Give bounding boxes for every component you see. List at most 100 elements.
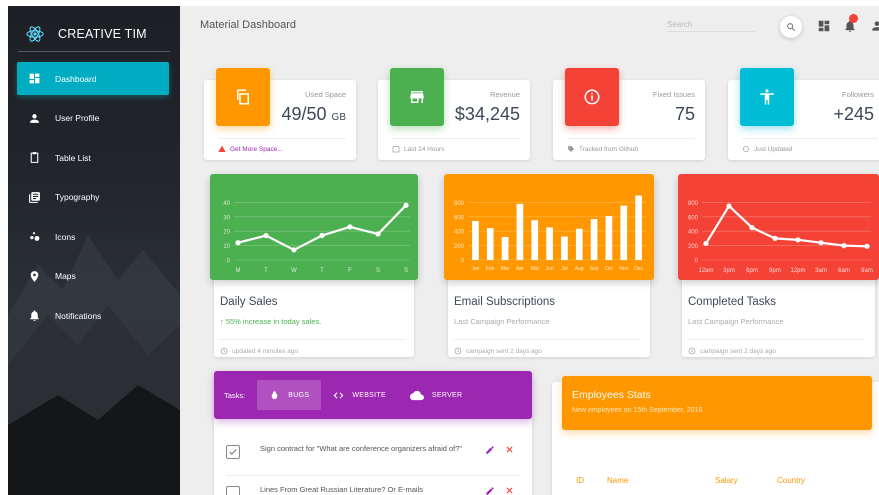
data-point	[403, 202, 409, 208]
x-tick-label: Jan	[471, 266, 479, 272]
warning-icon	[218, 145, 226, 152]
chart-category: Last Campaign Performance	[688, 317, 784, 326]
task-row: Lines From Great Russian Literature? Or …	[226, 484, 520, 495]
y-tick-label: 400	[454, 230, 465, 236]
search-button[interactable]	[780, 16, 802, 38]
x-tick-label: Apr	[516, 266, 524, 272]
dashboard-icon	[27, 72, 41, 86]
email-subscriptions-bar-chart: 0 200 400 600 800 Jan Feb Mar Apr Mai Jun Jul Aug Sep…	[454, 195, 646, 272]
stat-card-followers: Followers +245 Just Updated	[728, 68, 879, 160]
sidebar-item-dashboard[interactable]: Dashboard	[17, 62, 169, 95]
sidebar-item-typography[interactable]: Typography	[17, 181, 169, 214]
completed-tasks-chart: 0 200 400 600 800 12am 3pm 6pm 9pm 12pm 3am 6am 9am	[678, 174, 879, 280]
clipboard-icon	[27, 151, 41, 165]
sidebar-item-label: Table List	[55, 152, 91, 163]
x-tick-label: Oct	[605, 266, 613, 272]
sidebar-item-icons[interactable]: Icons	[17, 220, 169, 253]
bar	[575, 228, 583, 260]
daily-sales-chart: 0 10 20 30 40 M T W T F S S	[210, 174, 418, 280]
notification-badge	[849, 14, 858, 23]
x-tick-label: Dec	[634, 266, 643, 272]
data-point	[319, 232, 325, 239]
checkmark-icon	[229, 449, 237, 455]
tab-label: BUGS	[288, 391, 310, 399]
edit-icon[interactable]	[485, 445, 495, 455]
sidebar-item-maps[interactable]: Maps	[17, 260, 169, 293]
y-tick-label: 600	[688, 215, 699, 221]
column-salary: Salary	[715, 476, 738, 485]
bell-icon	[27, 309, 41, 323]
chart-card-completed-tasks: 0 200 400 600 800 12am 3pm 6pm 9pm 12pm 3am 6am 9am …	[678, 174, 879, 357]
code-icon	[333, 391, 344, 399]
y-tick-label: 0	[461, 259, 465, 265]
search-icon	[787, 23, 796, 32]
location-pin-icon	[27, 269, 41, 283]
person-icon	[27, 111, 41, 125]
sidebar-nav: Dashboard User Profile Table List Typogr…	[17, 62, 169, 339]
stat-value: +245	[833, 104, 874, 124]
sidebar: CREATIVE TIM Dashboard User Profile Tabl…	[8, 6, 180, 495]
tab-bugs[interactable]: BUGS	[257, 380, 322, 410]
brand[interactable]: CREATIVE TIM	[18, 16, 170, 52]
x-tick-label: Nov	[619, 266, 628, 272]
task-checkbox[interactable]	[226, 486, 240, 495]
sidebar-item-label: Icons	[55, 231, 76, 242]
data-point	[772, 235, 778, 241]
app-window: CREATIVE TIM Dashboard User Profile Tabl…	[8, 6, 879, 495]
sidebar-item-notifications[interactable]: Notifications	[17, 299, 169, 332]
x-tick-label: W	[291, 268, 297, 274]
search-input[interactable]: Search	[667, 20, 755, 32]
stat-card-revenue: Revenue $34,245 Last 24 Hours	[378, 68, 530, 160]
y-tick-label: 10	[223, 244, 230, 250]
y-tick-label: 400	[688, 230, 699, 236]
x-tick-label: 6pm	[746, 268, 758, 274]
y-tick-label: 40	[223, 201, 230, 207]
bar	[546, 227, 553, 260]
y-tick-label: 200	[454, 244, 465, 250]
task-divider	[226, 475, 520, 476]
x-tick-label: F	[348, 268, 352, 274]
task-text: Lines From Great Russian Literature? Or …	[260, 485, 423, 494]
x-tick-label: T	[264, 268, 268, 274]
get-more-space-link[interactable]: Get More Space...	[230, 146, 283, 153]
column-id: ID	[576, 476, 584, 485]
task-checkbox[interactable]	[226, 445, 240, 459]
chart-footer: campaign sent 2 days ago	[454, 339, 640, 355]
tab-website[interactable]: WEBSITE	[321, 380, 398, 410]
completed-tasks-line-chart: 0 200 400 600 800 12am 3pm 6pm 9pm 12pm 3am 6am 9am	[688, 201, 873, 274]
x-tick-label: Aug	[575, 266, 584, 272]
employees-card: Employees Stats New employees on 15th Se…	[552, 376, 879, 495]
data-point	[375, 231, 381, 237]
dashboard-grid-icon[interactable]	[817, 19, 831, 33]
sidebar-item-table-list[interactable]: Table List	[17, 141, 169, 174]
person-icon[interactable]	[870, 19, 879, 33]
sidebar-item-label: Dashboard	[55, 73, 97, 84]
accessibility-icon	[740, 68, 794, 126]
email-subscriptions-chart: 0 200 400 600 800 Jan Feb Mar Apr Mai Jun Jul Aug Sep…	[444, 174, 654, 280]
x-tick-label: 9pm	[769, 268, 781, 274]
close-icon[interactable]	[505, 486, 514, 495]
sidebar-item-label: User Profile	[55, 113, 100, 123]
page-title[interactable]: Material Dashboard	[200, 19, 296, 31]
x-tick-label: 6am	[838, 268, 850, 274]
sidebar-item-user-profile[interactable]: User Profile	[17, 102, 169, 135]
chart-footer-text: campaign sent 2 days ago	[466, 347, 542, 355]
chart-category: ↑ 55% increase in today sales.	[220, 317, 322, 326]
stat-value: 49/50 GB	[281, 104, 346, 124]
x-tick-label: M	[236, 268, 241, 274]
bar	[501, 236, 509, 260]
close-icon[interactable]	[505, 445, 514, 454]
sidebar-item-label: Maps	[55, 271, 76, 281]
tab-server[interactable]: SERVER	[398, 380, 474, 410]
chart-card-email-subscriptions: 0 200 400 600 800 Jan Feb Mar Apr Mai Jun Jul Aug Sep…	[444, 174, 654, 357]
tasks-header: Tasks: BUGS WEBSITE SERVER	[214, 371, 532, 419]
brand-name: CREATIVE TIM	[58, 26, 147, 41]
data-point	[864, 243, 870, 249]
sidebar-item-label: Typography	[55, 192, 100, 202]
data-point	[749, 225, 755, 231]
edit-icon[interactable]	[485, 486, 495, 495]
stat-card-used-space: Used Space 49/50 GB Get More Space...	[204, 68, 356, 160]
data-point	[703, 240, 709, 247]
employees-title: Employees Stats	[572, 389, 651, 401]
x-tick-label: 9am	[861, 268, 873, 274]
